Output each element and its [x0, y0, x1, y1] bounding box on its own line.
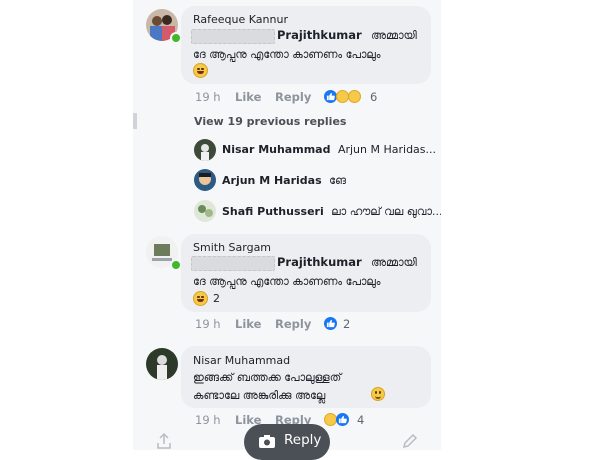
share-icon[interactable]: [155, 432, 173, 450]
reaction-count[interactable]: 4: [357, 413, 364, 427]
comment-text-line2: കണ്ടാലേ അങ്കുരിക്കു അല്ലേ: [193, 389, 326, 402]
mention-link[interactable]: Prajithkumar: [277, 28, 362, 42]
redacted-name: [191, 256, 275, 271]
redacted-name: [191, 29, 275, 44]
avatar-arjun[interactable]: [194, 169, 216, 191]
comment-time: 19 h: [195, 317, 221, 331]
surprised-face-icon[interactable]: [348, 90, 361, 103]
reply-item[interactable]: Shafi Puthusseri ലാ ഹൗല് വല ഖുവാ...: [222, 205, 441, 219]
reaction-count[interactable]: 6: [370, 90, 377, 104]
avatar-nisar[interactable]: [194, 139, 216, 161]
grinning-emoji-icon: [193, 291, 208, 306]
avatar-nisar-muhammad[interactable]: [146, 348, 178, 380]
reply-author[interactable]: Nisar Muhammad: [222, 143, 330, 156]
reply-item[interactable]: Nisar Muhammad Arjun M Haridas...: [222, 143, 436, 156]
comment-time: 19 h: [195, 90, 221, 104]
like-button[interactable]: Like: [235, 317, 261, 331]
comment-author[interactable]: Nisar Muhammad: [193, 354, 290, 367]
mention-link[interactable]: Prajithkumar: [277, 255, 362, 269]
emoji-count: 2: [213, 292, 220, 305]
reply-author[interactable]: Arjun M Haridas: [222, 174, 322, 187]
reply-item[interactable]: Arjun M Haridas ങേ: [222, 174, 346, 188]
comment-text-line1: അമ്മായി: [371, 256, 417, 269]
reaction-count[interactable]: 2: [343, 317, 350, 331]
grinning-emoji-icon: [193, 63, 208, 78]
comment-time: 19 h: [195, 413, 221, 427]
comment-text-line2: ദേ ആപ്പനു എന്തോ കാണണം പോലും: [193, 48, 381, 61]
scroll-marker: [133, 113, 137, 129]
comment-author[interactable]: Smith Sargam: [193, 241, 271, 254]
reply-text: ങേ: [329, 174, 347, 187]
reply-author[interactable]: Shafi Puthusseri: [222, 205, 324, 218]
reply-button[interactable]: Reply: [275, 317, 311, 331]
comments-screen: Rafeeque Kannur Prajithkumar അമ്മായി ദേ …: [133, 0, 441, 450]
reply-text: Arjun M Haridas...: [337, 143, 437, 156]
reply-button[interactable]: Reply: [275, 90, 311, 104]
comment-text-line2: ദേ ആപ്പനു എന്തോ കാണണം പോലും: [193, 275, 381, 288]
avatar-shafi[interactable]: [194, 200, 216, 222]
reply-composer-label: Reply: [284, 432, 322, 448]
thumbs-up-icon[interactable]: [336, 413, 349, 426]
thumbs-up-icon[interactable]: [324, 317, 337, 330]
reply-text: ലാ ഹൗല് വല ഖുവാ...: [331, 205, 441, 218]
comment-text-line1: ഇങ്ങക്ക് ബത്തക്ക പോലുള്ളത്: [193, 371, 342, 384]
comment-text-line1: അമ്മായി: [371, 29, 417, 42]
reply-composer-button[interactable]: Reply: [244, 424, 330, 460]
winking-emoji-icon: [371, 387, 385, 401]
pencil-icon[interactable]: [401, 432, 419, 450]
comment-author[interactable]: Rafeeque Kannur: [193, 13, 288, 26]
like-button[interactable]: Like: [235, 90, 261, 104]
camera-icon: [258, 434, 276, 453]
view-previous-replies-link[interactable]: View 19 previous replies: [194, 115, 346, 128]
